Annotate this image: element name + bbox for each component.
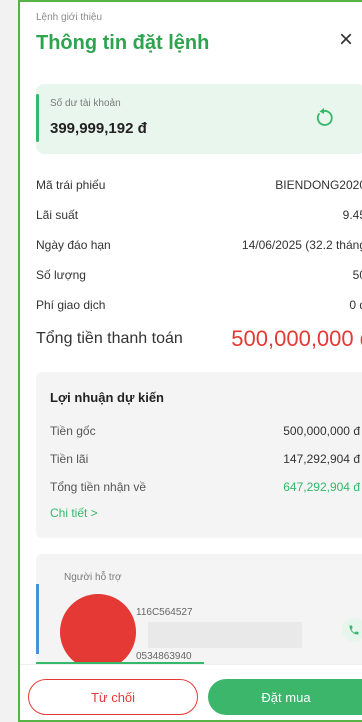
info-label: Mã trái phiếu [36,178,106,192]
reject-button[interactable]: Từ chối [28,679,198,715]
total-label: Tổng tiền thanh toán [36,330,183,347]
profit-value: 147,292,904 đ [283,452,360,466]
support-phone-number: 0534863940 [136,651,192,662]
profit-value: 647,292,904 đ [283,480,360,494]
support-label: Người hỗ trợ [64,572,122,583]
balance-label: Số dư tài khoản [50,98,121,109]
info-value: BIENDONG2020 [275,178,362,192]
profit-row-interest: Tiền lãi 147,292,904 đ [50,452,360,470]
balance-card: Số dư tài khoản 399,999,192 đ [36,84,362,154]
info-label: Ngày đáo hạn [36,238,111,252]
info-value: 14/06/2025 (32.2 tháng [241,238,362,252]
support-accent-bar [36,584,39,654]
info-label: Lãi suất [36,208,79,222]
info-value: 9.45 [342,208,362,222]
total-payment-row: Tổng tiền thanh toán 500,000,000 đ [36,326,362,354]
refresh-icon[interactable] [312,106,336,130]
info-row-bond-code: Mã trái phiếu BIENDONG2020 [36,178,362,198]
profit-row-principal: Tiền gốc 500,000,000 đ [50,424,360,442]
profit-label: Tiền gốc [50,424,96,438]
close-icon[interactable]: × [334,28,358,52]
page-title: Thông tin đặt lệnh [36,32,210,54]
action-footer: Từ chối Đặt mua [20,664,362,720]
profit-title: Lợi nhuận dự kiến [50,390,164,405]
info-value: 50 [352,268,362,282]
breadcrumb: Lệnh giới thiệu [36,12,103,23]
info-label: Phí giao dịch [36,298,106,312]
info-row-transaction-fee: Phí giao dịch 0 đ [36,298,362,318]
profit-value: 500,000,000 đ [283,424,360,438]
profit-row-total-received: Tổng tiền nhận về 647,292,904 đ [50,480,360,498]
detail-link[interactable]: Chi tiết > [50,506,98,520]
profit-label: Tổng tiền nhận về [50,480,147,494]
info-row-quantity: Số lượng 50 [36,268,362,288]
profit-label: Tiền lãi [50,452,89,466]
balance-value: 399,999,192 đ [50,120,147,137]
support-code: 116C564527 [136,607,193,618]
buy-button[interactable]: Đặt mua [208,679,362,715]
balance-accent-bar [36,94,39,142]
info-row-interest-rate: Lãi suất 9.45 [36,208,362,228]
support-card: Người hỗ trợ 116C564527 0534863940 [36,554,362,664]
info-label: Số lượng [36,268,86,282]
expected-profit-card: Lợi nhuận dự kiến Tiền gốc 500,000,000 đ… [36,372,362,538]
info-row-maturity-date: Ngày đáo hạn 14/06/2025 (32.2 tháng [36,238,362,258]
phone-icon[interactable] [342,618,362,642]
redacted-name-bar [148,622,302,648]
order-info-panel: Lệnh giới thiệu Thông tin đặt lệnh × Số … [18,0,362,722]
total-value: 500,000,000 đ [231,326,362,351]
info-value: 0 đ [349,298,362,312]
avatar [60,594,136,664]
